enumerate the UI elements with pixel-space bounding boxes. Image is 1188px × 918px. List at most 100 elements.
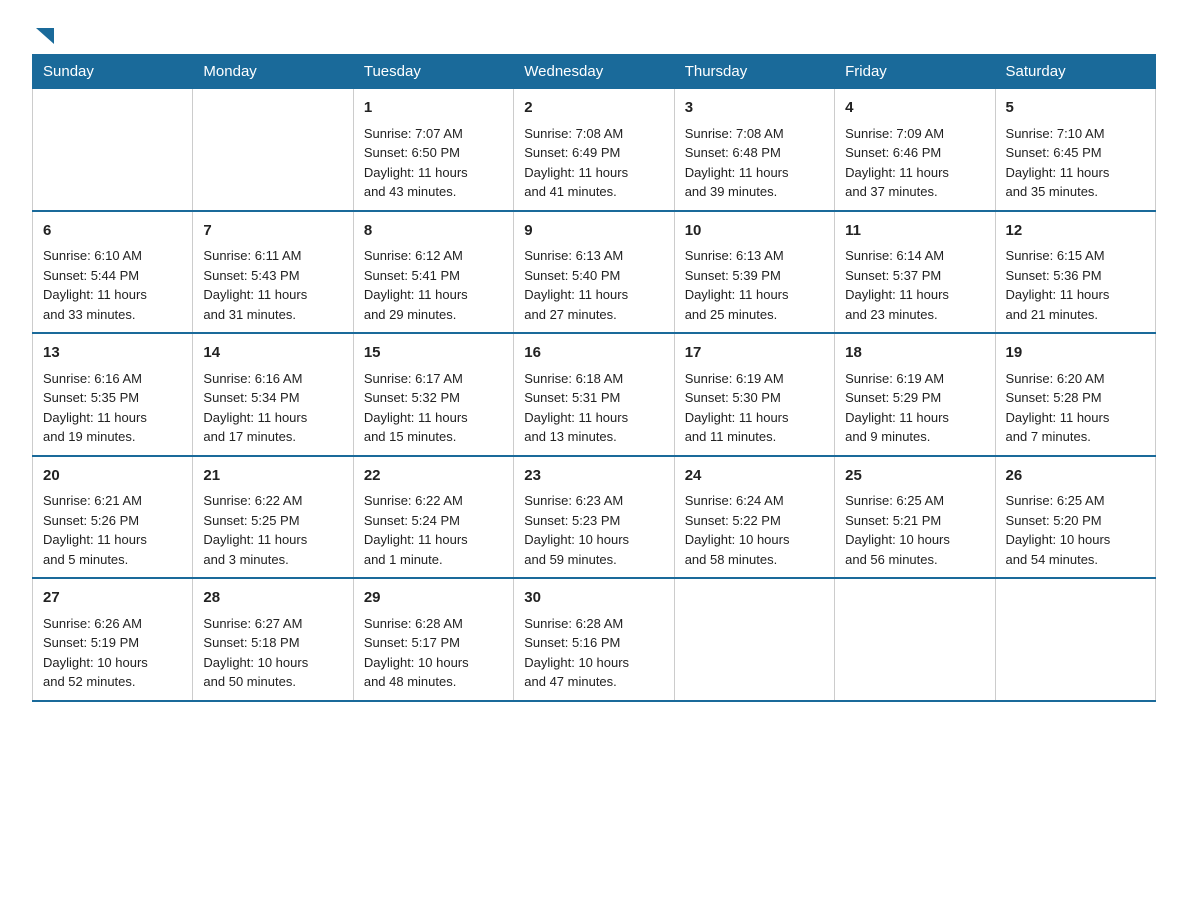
day-number: 25 xyxy=(845,465,984,488)
day-info: Sunset: 6:50 PM xyxy=(364,143,503,163)
day-info: Daylight: 10 hours xyxy=(524,653,663,673)
day-number: 3 xyxy=(685,97,824,120)
day-info: and 48 minutes. xyxy=(364,672,503,692)
day-number: 22 xyxy=(364,465,503,488)
day-info: and 25 minutes. xyxy=(685,305,824,325)
calendar-cell: 29Sunrise: 6:28 AMSunset: 5:17 PMDayligh… xyxy=(353,578,513,701)
day-info: Sunrise: 6:25 AM xyxy=(845,491,984,511)
day-number: 24 xyxy=(685,465,824,488)
day-info: Daylight: 10 hours xyxy=(845,530,984,550)
day-info: Sunrise: 6:10 AM xyxy=(43,246,182,266)
day-info: Sunset: 5:23 PM xyxy=(524,511,663,531)
day-info: Sunrise: 6:26 AM xyxy=(43,614,182,634)
day-number: 2 xyxy=(524,97,663,120)
calendar-cell: 27Sunrise: 6:26 AMSunset: 5:19 PMDayligh… xyxy=(33,578,193,701)
calendar-cell: 6Sunrise: 6:10 AMSunset: 5:44 PMDaylight… xyxy=(33,211,193,334)
day-info: Daylight: 11 hours xyxy=(43,408,182,428)
day-info: and 41 minutes. xyxy=(524,182,663,202)
day-info: Sunrise: 6:28 AM xyxy=(364,614,503,634)
day-info: Sunset: 5:26 PM xyxy=(43,511,182,531)
day-info: Daylight: 11 hours xyxy=(524,163,663,183)
day-info: Sunset: 5:41 PM xyxy=(364,266,503,286)
day-info: Daylight: 11 hours xyxy=(364,530,503,550)
day-info: Daylight: 11 hours xyxy=(43,530,182,550)
day-info: and 52 minutes. xyxy=(43,672,182,692)
day-info: Daylight: 11 hours xyxy=(845,408,984,428)
day-info: Sunset: 5:31 PM xyxy=(524,388,663,408)
week-row-4: 20Sunrise: 6:21 AMSunset: 5:26 PMDayligh… xyxy=(33,456,1156,579)
calendar-cell: 19Sunrise: 6:20 AMSunset: 5:28 PMDayligh… xyxy=(995,333,1155,456)
day-info: Daylight: 11 hours xyxy=(364,285,503,305)
day-info: Sunrise: 6:13 AM xyxy=(685,246,824,266)
day-number: 5 xyxy=(1006,97,1145,120)
day-info: Sunrise: 7:10 AM xyxy=(1006,124,1145,144)
calendar-cell xyxy=(674,578,834,701)
day-info: Daylight: 11 hours xyxy=(524,408,663,428)
day-info: Sunset: 5:43 PM xyxy=(203,266,342,286)
calendar: SundayMondayTuesdayWednesdayThursdayFrid… xyxy=(32,54,1156,702)
calendar-cell: 28Sunrise: 6:27 AMSunset: 5:18 PMDayligh… xyxy=(193,578,353,701)
weekday-thursday: Thursday xyxy=(674,55,834,89)
day-info: Sunset: 5:17 PM xyxy=(364,633,503,653)
day-info: and 19 minutes. xyxy=(43,427,182,447)
calendar-cell: 7Sunrise: 6:11 AMSunset: 5:43 PMDaylight… xyxy=(193,211,353,334)
day-info: Sunset: 5:16 PM xyxy=(524,633,663,653)
day-info: Sunset: 6:48 PM xyxy=(685,143,824,163)
calendar-cell: 23Sunrise: 6:23 AMSunset: 5:23 PMDayligh… xyxy=(514,456,674,579)
weekday-friday: Friday xyxy=(835,55,995,89)
day-info: Daylight: 10 hours xyxy=(685,530,824,550)
day-info: Sunrise: 7:08 AM xyxy=(685,124,824,144)
day-info: Sunrise: 6:15 AM xyxy=(1006,246,1145,266)
day-info: and 59 minutes. xyxy=(524,550,663,570)
day-info: and 56 minutes. xyxy=(845,550,984,570)
calendar-cell: 12Sunrise: 6:15 AMSunset: 5:36 PMDayligh… xyxy=(995,211,1155,334)
day-number: 28 xyxy=(203,587,342,610)
day-info: and 37 minutes. xyxy=(845,182,984,202)
day-info: Sunrise: 6:13 AM xyxy=(524,246,663,266)
calendar-cell: 30Sunrise: 6:28 AMSunset: 5:16 PMDayligh… xyxy=(514,578,674,701)
calendar-cell: 5Sunrise: 7:10 AMSunset: 6:45 PMDaylight… xyxy=(995,89,1155,211)
day-number: 17 xyxy=(685,342,824,365)
calendar-cell: 13Sunrise: 6:16 AMSunset: 5:35 PMDayligh… xyxy=(33,333,193,456)
day-info: Daylight: 10 hours xyxy=(524,530,663,550)
day-info: Sunrise: 6:12 AM xyxy=(364,246,503,266)
day-info: and 21 minutes. xyxy=(1006,305,1145,325)
day-info: Daylight: 11 hours xyxy=(524,285,663,305)
day-info: Sunrise: 6:21 AM xyxy=(43,491,182,511)
day-info: Sunrise: 6:20 AM xyxy=(1006,369,1145,389)
week-row-3: 13Sunrise: 6:16 AMSunset: 5:35 PMDayligh… xyxy=(33,333,1156,456)
day-info: Daylight: 11 hours xyxy=(1006,408,1145,428)
day-info: Sunrise: 6:19 AM xyxy=(685,369,824,389)
logo-icon-wrap xyxy=(32,24,56,42)
day-info: and 33 minutes. xyxy=(43,305,182,325)
day-info: and 15 minutes. xyxy=(364,427,503,447)
calendar-cell: 18Sunrise: 6:19 AMSunset: 5:29 PMDayligh… xyxy=(835,333,995,456)
day-info: Sunrise: 6:24 AM xyxy=(685,491,824,511)
calendar-cell: 3Sunrise: 7:08 AMSunset: 6:48 PMDaylight… xyxy=(674,89,834,211)
calendar-cell: 15Sunrise: 6:17 AMSunset: 5:32 PMDayligh… xyxy=(353,333,513,456)
day-info: and 1 minute. xyxy=(364,550,503,570)
day-info: and 13 minutes. xyxy=(524,427,663,447)
weekday-header-row: SundayMondayTuesdayWednesdayThursdayFrid… xyxy=(33,55,1156,89)
day-info: Sunrise: 6:19 AM xyxy=(845,369,984,389)
day-info: Sunset: 5:25 PM xyxy=(203,511,342,531)
day-info: and 39 minutes. xyxy=(685,182,824,202)
calendar-cell: 17Sunrise: 6:19 AMSunset: 5:30 PMDayligh… xyxy=(674,333,834,456)
day-number: 13 xyxy=(43,342,182,365)
day-info: and 9 minutes. xyxy=(845,427,984,447)
day-number: 4 xyxy=(845,97,984,120)
day-info: Daylight: 11 hours xyxy=(364,408,503,428)
day-number: 19 xyxy=(1006,342,1145,365)
day-info: Sunset: 5:44 PM xyxy=(43,266,182,286)
day-info: Sunrise: 6:22 AM xyxy=(364,491,503,511)
calendar-cell: 9Sunrise: 6:13 AMSunset: 5:40 PMDaylight… xyxy=(514,211,674,334)
day-number: 23 xyxy=(524,465,663,488)
day-info: Daylight: 11 hours xyxy=(685,285,824,305)
calendar-cell: 24Sunrise: 6:24 AMSunset: 5:22 PMDayligh… xyxy=(674,456,834,579)
day-number: 27 xyxy=(43,587,182,610)
day-info: Sunrise: 7:09 AM xyxy=(845,124,984,144)
weekday-sunday: Sunday xyxy=(33,55,193,89)
day-info: Sunrise: 7:07 AM xyxy=(364,124,503,144)
day-info: Sunset: 6:45 PM xyxy=(1006,143,1145,163)
calendar-cell xyxy=(835,578,995,701)
